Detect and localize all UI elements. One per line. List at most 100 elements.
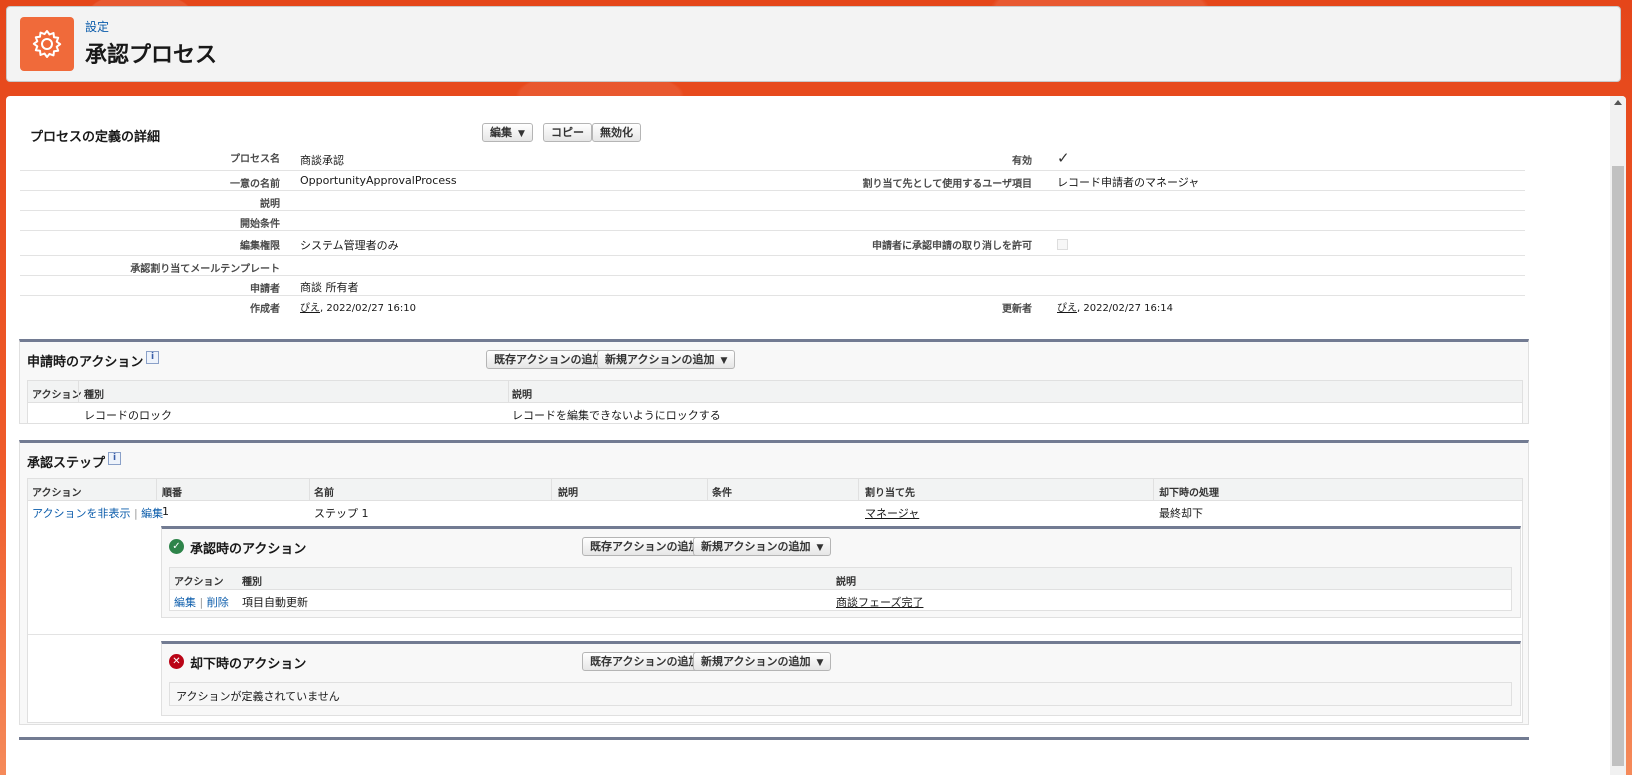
scrollbar-thumb[interactable] (1612, 166, 1624, 766)
detail-row: 承認割り当てメールテンプレート (20, 256, 1525, 276)
column-header: 順番 (162, 488, 182, 499)
scrollbar[interactable] (1610, 96, 1626, 775)
dropdown-caret-icon: ▼ (816, 658, 824, 668)
detail-row: 編集権限 システム管理者のみ 申請者に承認申請の取り消しを許可 (20, 231, 1525, 256)
section-title: 承認時のアクション (190, 542, 307, 557)
detail-table: プロセス名 商談承認 有効 ✓ 一意の名前 OpportunityApprova… (20, 146, 1525, 316)
approval-actions-section: ✓ 承認時のアクション 既存アクションの追加 新規アクションの追加 ▼ アクション… (161, 526, 1521, 618)
submission-actions-table: アクション 種別 説明 レコードのロック レコードを編集できないようにロックする (27, 380, 1523, 424)
edit-action-link[interactable]: 編集 (174, 596, 196, 609)
delete-action-link[interactable]: 削除 (207, 596, 229, 609)
modified-date: , 2022/02/27 16:14 (1077, 303, 1173, 314)
column-header: 説明 (836, 577, 856, 588)
detail-row: 説明 (20, 191, 1525, 211)
action-description: レコードを編集できないようにロックする (512, 409, 721, 422)
new-action-dropdown-button[interactable]: 新規アクションの追加 ▼ (597, 350, 736, 369)
add-existing-action-button[interactable]: 既存アクションの追加 (582, 537, 708, 556)
submission-actions-section: 申請時のアクション i 既存アクションの追加 新規アクションの追加 ▼ アクション… (19, 339, 1529, 424)
gear-icon (20, 17, 74, 71)
table-header: アクション 種別 説明 (28, 381, 1522, 403)
table-row: レコードのロック レコードを編集できないようにロックする (28, 403, 1522, 424)
breadcrumb[interactable]: 設定 (85, 18, 109, 35)
detail-row: プロセス名 商談承認 有効 ✓ (20, 146, 1525, 171)
column-header: 種別 (242, 577, 262, 588)
deactivate-button[interactable]: 無効化 (592, 123, 641, 142)
new-action-dropdown-button[interactable]: 新規アクションの追加 ▼ (693, 537, 832, 556)
assignee-link[interactable]: マネージャ (865, 507, 919, 520)
page-header: 設定 承認プロセス (6, 6, 1621, 82)
field-update-link[interactable]: 商談フェーズ完了 (836, 596, 923, 609)
column-header: 説明 (512, 390, 532, 401)
dropdown-caret-icon: ▼ (518, 129, 525, 139)
dropdown-caret-icon: ▼ (816, 543, 824, 553)
detail-row: 作成者 ぴえ, 2022/02/27 16:10 更新者 ぴえ, 2022/02… (20, 296, 1525, 316)
detail-row: 申請者 商談 所有者 (20, 276, 1525, 296)
info-icon[interactable]: i (146, 351, 159, 364)
field-label: 作成者 (250, 304, 280, 315)
action-type: 項目自動更新 (242, 596, 308, 609)
detail-row: 開始条件 (20, 211, 1525, 231)
field-label: 申請者に承認申請の取り消しを許可 (872, 241, 1032, 252)
column-header: 説明 (558, 488, 578, 499)
active-checkmark-icon: ✓ (1057, 149, 1070, 167)
rejection-actions-table: アクションが定義されていません (169, 682, 1512, 706)
next-section-border (19, 737, 1529, 740)
edit-permission-value: システム管理者のみ (300, 239, 399, 252)
field-label: プロセス名 (230, 154, 280, 165)
created-date: , 2022/02/27 16:10 (320, 303, 416, 314)
rejected-x-icon: ✕ (169, 654, 184, 669)
table-header: アクション 順番 名前 説明 条件 割り当て先 却下時の処理 (28, 479, 1522, 501)
field-label: 一意の名前 (230, 179, 280, 190)
copy-button[interactable]: コピー (543, 123, 592, 142)
add-existing-action-button[interactable]: 既存アクションの追加 (486, 350, 612, 369)
field-label: 割り当て先として使用するユーザ項目 (862, 179, 1033, 190)
created-by-link[interactable]: ぴえ (300, 303, 320, 314)
field-label: 更新者 (1002, 304, 1032, 315)
modified-by-link[interactable]: ぴえ (1057, 303, 1077, 314)
new-action-dropdown-button[interactable]: 新規アクションの追加 ▼ (693, 652, 832, 671)
main-panel: プロセスの定義の詳細 編集 ▼ コピー 無効化 プロセス名 商談承認 有効 ✓ 一… (6, 96, 1626, 775)
dropdown-caret-icon: ▼ (720, 356, 728, 366)
table-row: 編集 | 削除 項目自動更新 商談フェーズ完了 (174, 596, 924, 609)
scroll-up-arrow-icon[interactable] (1614, 100, 1622, 105)
process-name-value: 商談承認 (300, 154, 344, 167)
column-header: 割り当て先 (865, 488, 915, 499)
page-title: 承認プロセス (85, 43, 218, 68)
step-name: ステップ 1 (314, 507, 369, 520)
action-type: レコードのロック (84, 409, 172, 422)
info-icon[interactable]: i (108, 452, 121, 465)
column-header: 却下時の処理 (1159, 488, 1219, 499)
column-header: 条件 (712, 488, 732, 499)
column-header: 種別 (84, 390, 104, 401)
recall-checkbox (1057, 239, 1068, 250)
field-label: 編集権限 (240, 241, 280, 252)
rejection-actions-section: ✕ 却下時のアクション 既存アクションの追加 新規アクションの追加 ▼ アクション… (161, 641, 1521, 716)
assignee-field-value: レコード申請者のマネージャ (1057, 176, 1200, 189)
field-label: 申請者 (250, 284, 280, 295)
field-label: 開始条件 (240, 219, 280, 230)
approved-check-icon: ✓ (169, 539, 184, 554)
field-label: 説明 (260, 199, 280, 210)
submitter-value: 商談 所有者 (300, 281, 359, 294)
section-title: 承認ステップ (27, 456, 106, 471)
edit-dropdown-button[interactable]: 編集 ▼ (482, 123, 533, 142)
approval-steps-table: アクション 順番 名前 説明 条件 割り当て先 却下時の処理 アクションを非表示… (27, 478, 1523, 723)
detail-row: 一意の名前 OpportunityApprovalProcess 割り当て先とし… (20, 171, 1525, 191)
approval-actions-table: アクション 種別 説明 編集 | 削除 項目自動更新 商談フェーズ完了 (169, 567, 1512, 611)
field-label: 有効 (1012, 156, 1032, 167)
step-order: 1 (162, 505, 169, 518)
add-existing-action-button[interactable]: 既存アクションの追加 (582, 652, 708, 671)
edit-step-link[interactable]: 編集 (141, 507, 163, 520)
empty-message: アクションが定義されていません (176, 690, 340, 703)
column-header: 名前 (314, 488, 334, 499)
hide-actions-link[interactable]: アクションを非表示 (32, 507, 130, 520)
reject-behavior: 最終却下 (1159, 507, 1203, 520)
detail-section-title: プロセスの定義の詳細 (30, 130, 161, 145)
column-header: アクション (32, 390, 82, 401)
section-title: 却下時のアクション (190, 657, 307, 672)
column-header: アクション (174, 577, 224, 588)
column-header: アクション (32, 488, 82, 499)
unique-name-value: OpportunityApprovalProcess (300, 174, 457, 187)
field-label: 承認割り当てメールテンプレート (130, 264, 280, 275)
table-header: アクション 種別 説明 (170, 568, 1511, 590)
